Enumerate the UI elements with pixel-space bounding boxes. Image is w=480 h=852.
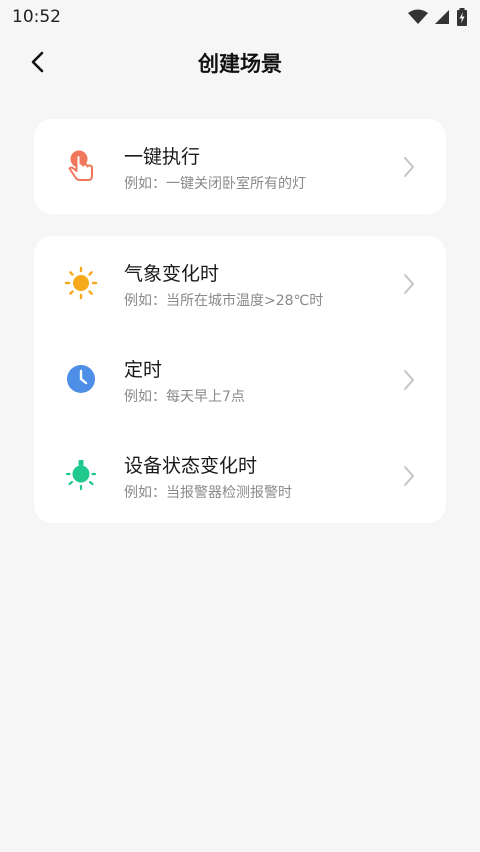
row-title: 定时 (124, 359, 163, 381)
list-item-one-click[interactable]: 一键执行 例如：一键关闭卧室所有的灯 (34, 119, 446, 214)
page-title: 创建场景 (198, 52, 282, 76)
tap-hand-icon (64, 149, 98, 183)
list-item-timer[interactable]: 定时 例如：每天早上7点 (34, 332, 446, 427)
bulb-icon (64, 458, 98, 492)
row-subtitle: 例如：当报警器检测报警时 (124, 485, 292, 501)
row-title: 设备状态变化时 (124, 455, 258, 477)
row-title: 气象变化时 (124, 263, 220, 285)
status-bar: 10:52 (0, 0, 480, 34)
chevron-right-icon (404, 274, 414, 294)
status-time: 10:52 (12, 7, 61, 27)
list-item-weather[interactable]: 气象变化时 例如：当所在城市温度>28℃时 (34, 236, 446, 331)
chevron-right-icon (404, 370, 414, 390)
chevron-right-icon (404, 157, 414, 177)
wifi-icon (408, 9, 428, 24)
row-subtitle: 例如：当所在城市温度>28℃时 (124, 293, 324, 309)
scene-card-manual: 一键执行 例如：一键关闭卧室所有的灯 (34, 119, 446, 214)
row-subtitle: 例如：每天早上7点 (124, 389, 245, 405)
row-subtitle: 例如：一键关闭卧室所有的灯 (124, 176, 306, 192)
list-item-device-state[interactable]: 设备状态变化时 例如：当报警器检测报警时 (34, 428, 446, 523)
battery-charging-icon (457, 8, 467, 26)
header: 创建场景 (0, 34, 480, 90)
sun-icon (64, 266, 98, 300)
signal-icon (435, 10, 449, 24)
chevron-right-icon (404, 466, 414, 486)
status-icons (408, 8, 468, 26)
scene-card-auto: 气象变化时 例如：当所在城市温度>28℃时 定时 例如：每天早上7点 设备状态变… (34, 236, 446, 523)
clock-icon (64, 362, 98, 396)
row-title: 一键执行 (124, 146, 201, 168)
